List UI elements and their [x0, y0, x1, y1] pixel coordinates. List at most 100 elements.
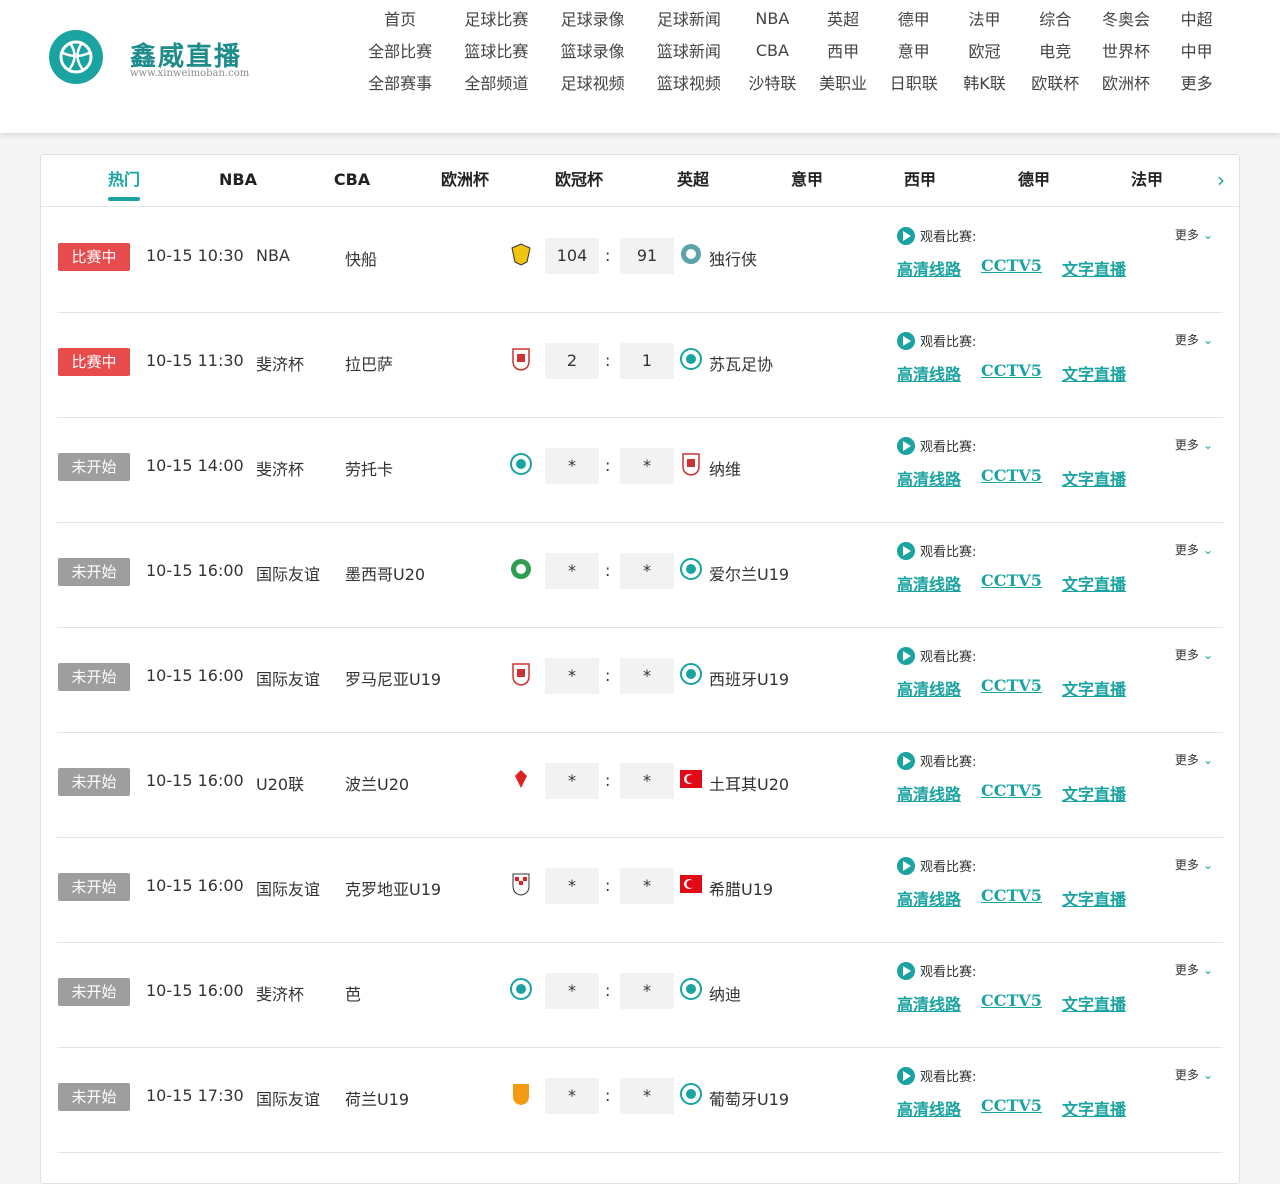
tab-8[interactable]: 德甲	[994, 155, 1074, 207]
league-name[interactable]: NBA	[256, 246, 290, 265]
nav-link[interactable]: CBA	[737, 41, 808, 60]
away-team[interactable]: 爱尔兰U19	[709, 561, 789, 585]
league-name[interactable]: 国际友谊	[256, 666, 320, 690]
nav-link[interactable]: 足球视频	[545, 70, 641, 94]
nav-link[interactable]: 更多	[1161, 70, 1232, 94]
cctv5-link[interactable]: CCTV5	[981, 571, 1042, 595]
nav-link[interactable]: 篮球录像	[545, 38, 641, 62]
tab-3[interactable]: 欧洲杯	[425, 155, 505, 207]
hd-stream-link[interactable]: 高清线路	[897, 466, 961, 490]
home-team[interactable]: 拉巴萨	[345, 351, 393, 375]
away-team[interactable]: 西班牙U19	[709, 666, 789, 690]
more-dropdown[interactable]: 更多 ⌄	[1175, 646, 1213, 663]
league-name[interactable]: 斐济杯	[256, 351, 304, 375]
text-live-link[interactable]: 文字直播	[1062, 571, 1126, 595]
tab-9[interactable]: 法甲	[1107, 155, 1187, 207]
basketball-logo-icon[interactable]	[49, 30, 103, 84]
cctv5-link[interactable]: CCTV5	[981, 361, 1042, 385]
cctv5-link[interactable]: CCTV5	[981, 886, 1042, 910]
tab-2[interactable]: CBA	[312, 155, 392, 207]
more-dropdown[interactable]: 更多 ⌄	[1175, 331, 1213, 348]
nav-link[interactable]: 韩K联	[949, 70, 1020, 94]
home-team[interactable]: 克罗地亚U19	[345, 876, 441, 900]
away-team[interactable]: 纳维	[709, 456, 741, 480]
league-name[interactable]: U20联	[256, 771, 304, 795]
nav-link[interactable]: 德甲	[878, 6, 949, 30]
nav-link[interactable]: 欧联杯	[1020, 70, 1091, 94]
away-team[interactable]: 苏瓦足协	[709, 351, 773, 375]
home-team[interactable]: 快船	[345, 246, 377, 270]
chevron-right-icon[interactable]: ›	[1211, 169, 1231, 191]
tab-6[interactable]: 意甲	[767, 155, 847, 207]
league-name[interactable]: 国际友谊	[256, 876, 320, 900]
text-live-link[interactable]: 文字直播	[1062, 781, 1126, 805]
nav-link[interactable]: 中超	[1161, 6, 1232, 30]
more-dropdown[interactable]: 更多 ⌄	[1175, 961, 1213, 978]
hd-stream-link[interactable]: 高清线路	[897, 781, 961, 805]
hd-stream-link[interactable]: 高清线路	[897, 361, 961, 385]
nav-link[interactable]: 日职联	[878, 70, 949, 94]
tab-0[interactable]: 热门	[84, 155, 164, 207]
hd-stream-link[interactable]: 高清线路	[897, 676, 961, 700]
tab-7[interactable]: 西甲	[880, 155, 960, 207]
cctv5-link[interactable]: CCTV5	[981, 466, 1042, 490]
nav-link[interactable]: 中甲	[1161, 38, 1232, 62]
nav-link[interactable]: 法甲	[949, 6, 1020, 30]
nav-link[interactable]: 篮球新闻	[641, 38, 737, 62]
home-team[interactable]: 波兰U20	[345, 771, 409, 795]
cctv5-link[interactable]: CCTV5	[981, 1096, 1042, 1120]
nav-link[interactable]: 冬奥会	[1091, 6, 1162, 30]
nav-link[interactable]: 综合	[1020, 6, 1091, 30]
cctv5-link[interactable]: CCTV5	[981, 256, 1042, 280]
nav-link[interactable]: 篮球比赛	[448, 38, 544, 62]
cctv5-link[interactable]: CCTV5	[981, 676, 1042, 700]
nav-link[interactable]: 全部频道	[448, 70, 544, 94]
nav-link[interactable]: 全部比赛	[352, 38, 448, 62]
cctv5-link[interactable]: CCTV5	[981, 781, 1042, 805]
nav-link[interactable]: 足球录像	[545, 6, 641, 30]
nav-link[interactable]: 沙特联	[737, 70, 808, 94]
text-live-link[interactable]: 文字直播	[1062, 361, 1126, 385]
nav-link[interactable]: 世界杯	[1091, 38, 1162, 62]
tab-1[interactable]: NBA	[198, 155, 278, 207]
away-team[interactable]: 独行侠	[709, 246, 757, 270]
league-name[interactable]: 斐济杯	[256, 981, 304, 1005]
text-live-link[interactable]: 文字直播	[1062, 466, 1126, 490]
league-name[interactable]: 斐济杯	[256, 456, 304, 480]
text-live-link[interactable]: 文字直播	[1062, 886, 1126, 910]
away-team[interactable]: 纳迪	[709, 981, 741, 1005]
nav-link[interactable]: 篮球视频	[641, 70, 737, 94]
nav-link[interactable]: 英超	[808, 6, 879, 30]
away-team[interactable]: 希腊U19	[709, 876, 773, 900]
nav-link[interactable]: 意甲	[878, 38, 949, 62]
home-team[interactable]: 荷兰U19	[345, 1086, 409, 1110]
nav-link[interactable]: 全部赛事	[352, 70, 448, 94]
more-dropdown[interactable]: 更多 ⌄	[1175, 226, 1213, 243]
nav-link[interactable]: 西甲	[808, 38, 879, 62]
nav-link[interactable]: NBA	[737, 9, 808, 28]
nav-link[interactable]: 电竞	[1020, 38, 1091, 62]
hd-stream-link[interactable]: 高清线路	[897, 256, 961, 280]
hd-stream-link[interactable]: 高清线路	[897, 886, 961, 910]
nav-link[interactable]: 美职业	[808, 70, 879, 94]
hd-stream-link[interactable]: 高清线路	[897, 991, 961, 1015]
away-team[interactable]: 土耳其U20	[709, 771, 789, 795]
text-live-link[interactable]: 文字直播	[1062, 676, 1126, 700]
hd-stream-link[interactable]: 高清线路	[897, 1096, 961, 1120]
text-live-link[interactable]: 文字直播	[1062, 256, 1126, 280]
more-dropdown[interactable]: 更多 ⌄	[1175, 751, 1213, 768]
more-dropdown[interactable]: 更多 ⌄	[1175, 541, 1213, 558]
nav-link[interactable]: 欧冠	[949, 38, 1020, 62]
cctv5-link[interactable]: CCTV5	[981, 991, 1042, 1015]
more-dropdown[interactable]: 更多 ⌄	[1175, 436, 1213, 453]
home-team[interactable]: 劳托卡	[345, 456, 393, 480]
nav-link[interactable]: 欧洲杯	[1091, 70, 1162, 94]
tab-5[interactable]: 英超	[653, 155, 733, 207]
home-team[interactable]: 罗马尼亚U19	[345, 666, 441, 690]
league-name[interactable]: 国际友谊	[256, 1086, 320, 1110]
nav-link[interactable]: 足球比赛	[448, 6, 544, 30]
text-live-link[interactable]: 文字直播	[1062, 991, 1126, 1015]
more-dropdown[interactable]: 更多 ⌄	[1175, 856, 1213, 873]
home-team[interactable]: 墨西哥U20	[345, 561, 425, 585]
text-live-link[interactable]: 文字直播	[1062, 1096, 1126, 1120]
